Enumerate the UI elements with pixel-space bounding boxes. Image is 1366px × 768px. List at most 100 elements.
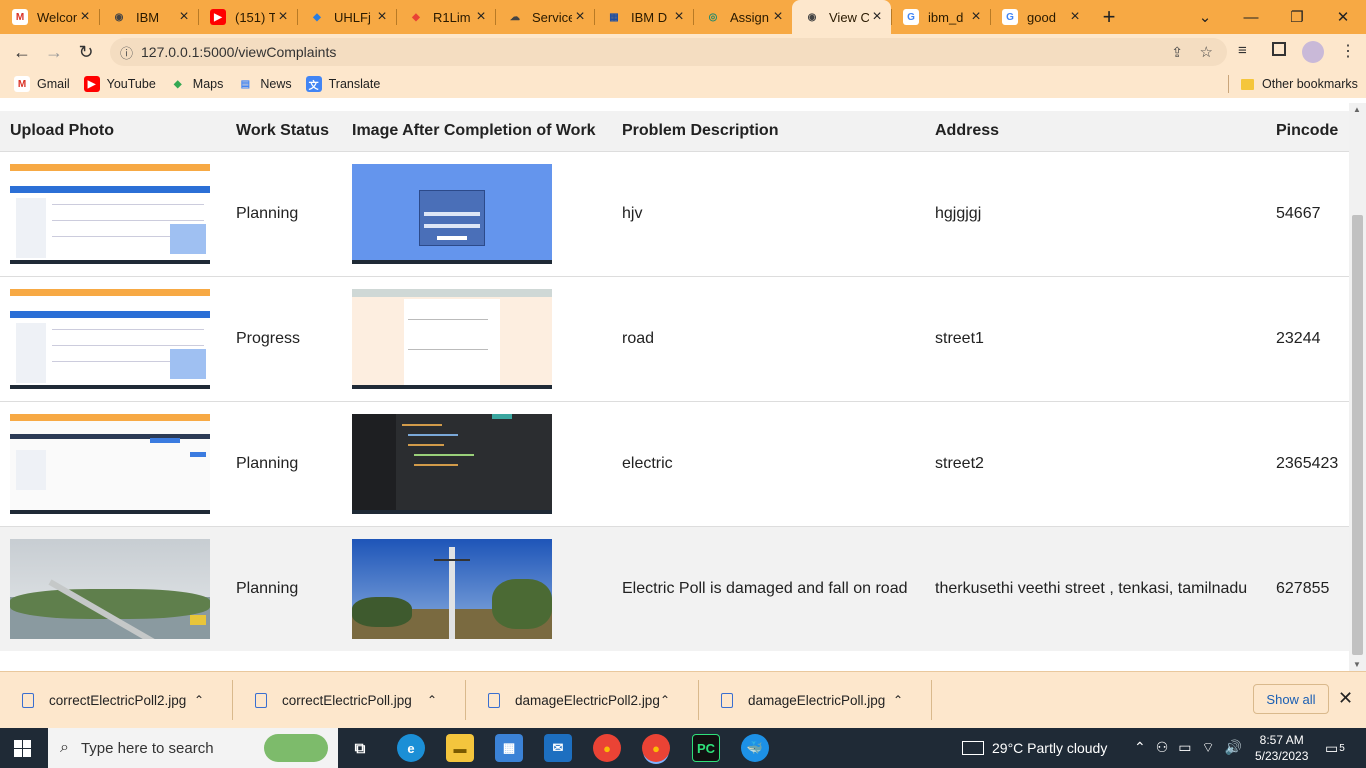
- tab-close-icon[interactable]: ×: [770, 8, 786, 26]
- description-cell: electric: [612, 400, 925, 526]
- tab-3[interactable]: ◆ UHLFj ×: [297, 0, 396, 34]
- profile-avatar[interactable]: [1302, 41, 1324, 63]
- minimize-button[interactable]: —: [1228, 0, 1274, 34]
- tab-4[interactable]: ◆ R1Lim ×: [396, 0, 495, 34]
- tab-close-icon[interactable]: ×: [968, 8, 984, 26]
- tab-close-icon[interactable]: ×: [275, 8, 291, 26]
- file-explorer-icon[interactable]: ▬: [446, 734, 474, 762]
- side-panel-icon[interactable]: [1272, 42, 1286, 56]
- weather-widget[interactable]: 29°C Partly cloudy: [962, 728, 1107, 768]
- maximize-button[interactable]: ❐: [1274, 0, 1320, 34]
- tab-close-icon[interactable]: ×: [176, 8, 192, 26]
- complaints-table: Upload Photo Work Status Image After Com…: [0, 111, 1349, 651]
- new-tab-button[interactable]: +: [1089, 4, 1129, 30]
- share-icon[interactable]: ⇪: [1171, 44, 1183, 61]
- work-status-cell: Planning: [226, 525, 342, 651]
- table-row: Planning electric street2 2365423: [0, 400, 1349, 526]
- download-item[interactable]: damageElectricPoll2.jpg ⌃: [466, 680, 699, 720]
- media-control-icon[interactable]: ≡: [1238, 42, 1247, 59]
- edge-icon[interactable]: e: [397, 734, 425, 762]
- tab-close-icon[interactable]: ×: [572, 8, 588, 26]
- chrome-icon[interactable]: ●: [593, 734, 621, 762]
- upload-photo-cell: [0, 400, 226, 526]
- tab-close-icon[interactable]: ×: [77, 8, 93, 26]
- tab-close-icon[interactable]: ×: [1067, 8, 1083, 26]
- table-row: Progress road street1 23244: [0, 275, 1349, 401]
- system-tray-icons[interactable]: ⌃⚇▭⌔🔊: [1134, 728, 1252, 768]
- header-image-after: Image After Completion of Work: [352, 121, 596, 139]
- tab-search-icon[interactable]: ⌄: [1182, 0, 1228, 34]
- header-address: Address: [935, 121, 1000, 139]
- other-bookmarks[interactable]: Other bookmarks: [1241, 70, 1358, 98]
- tab-title: Assign: [730, 9, 770, 25]
- clock[interactable]: 8:57 AM 5/23/2023: [1255, 728, 1308, 768]
- tab-favicon-icon: ☁: [510, 11, 520, 23]
- scroll-up-arrow-icon[interactable]: ▲: [1353, 105, 1361, 114]
- chevron-up-icon[interactable]: ⌃: [194, 693, 214, 707]
- tab-1[interactable]: ◉ IBM ×: [99, 0, 198, 34]
- download-item[interactable]: correctElectricPoll.jpg ⌃: [233, 680, 466, 720]
- completion-photo: [352, 413, 552, 514]
- browser-menu-icon[interactable]: ⋮: [1340, 41, 1356, 61]
- download-item[interactable]: correctElectricPoll2.jpg ⌃: [0, 680, 233, 720]
- chevron-up-icon[interactable]: ⌃: [893, 693, 913, 707]
- close-window-button[interactable]: ✕: [1320, 0, 1366, 34]
- site-info-icon[interactable]: ⓘ: [120, 43, 133, 62]
- back-arrow-icon[interactable]: ←: [6, 36, 38, 68]
- tab-5[interactable]: ☁ Service ×: [495, 0, 594, 34]
- bookmark-gmail[interactable]: M Gmail: [14, 76, 70, 92]
- address-bar[interactable]: ⓘ 127.0.0.1:5000/viewComplaints ⇪ ☆: [110, 38, 1227, 66]
- chevron-up-icon[interactable]: ⌃: [427, 693, 447, 707]
- docker-icon[interactable]: 🐳: [741, 734, 769, 762]
- pycharm-icon[interactable]: PC: [692, 734, 720, 762]
- scrollbar-thumb[interactable]: [1352, 215, 1363, 655]
- tab-close-icon[interactable]: ×: [671, 8, 687, 26]
- tab-10[interactable]: G good ×: [990, 0, 1089, 34]
- downloads-bar: correctElectricPoll2.jpg ⌃ correctElectr…: [0, 671, 1366, 728]
- turtle-search-decoration-icon: [264, 734, 328, 762]
- tab-6[interactable]: ▦ IBM D ×: [594, 0, 693, 34]
- tab-favicon-icon: ▦: [609, 11, 619, 23]
- bookmark-news[interactable]: ▤ News: [237, 76, 292, 92]
- tab-2[interactable]: ▶ (151) T ×: [198, 0, 297, 34]
- bookmark-gmail-icon: M: [14, 76, 30, 92]
- download-filename: correctElectricPoll2.jpg: [49, 692, 187, 708]
- tab-9[interactable]: G ibm_d ×: [891, 0, 990, 34]
- microsoft-store-icon[interactable]: ▦: [495, 734, 523, 762]
- bookmark-translate-icon: 文: [305, 76, 322, 92]
- download-item[interactable]: damageElectricPoll.jpg ⌃: [699, 680, 932, 720]
- forward-arrow-icon[interactable]: →: [38, 36, 70, 68]
- tab-7[interactable]: ◎ Assign ×: [693, 0, 792, 34]
- completion-photo: [352, 288, 552, 389]
- bookmark-star-icon[interactable]: ☆: [1200, 43, 1213, 61]
- chevron-up-icon[interactable]: ⌃: [660, 693, 680, 707]
- address-cell: therkusethi veethi street , tenkasi, tam…: [925, 525, 1266, 651]
- tab-close-icon[interactable]: ×: [374, 8, 390, 26]
- table-header-row: Upload Photo Work Status Image After Com…: [0, 111, 1349, 151]
- tab-close-icon[interactable]: ×: [869, 8, 885, 26]
- tab-title: IBM D: [631, 9, 668, 25]
- pincode-cell: 2365423: [1266, 400, 1349, 526]
- notifications-icon[interactable]: ▭ 5: [1325, 728, 1345, 768]
- reload-icon[interactable]: ↻: [70, 36, 102, 68]
- task-view-icon[interactable]: ⧉: [346, 734, 374, 762]
- windows-start-icon[interactable]: [14, 740, 31, 757]
- page-scrollbar[interactable]: ▲ ▼: [1349, 103, 1366, 671]
- tab-favicon-icon: ◉: [114, 11, 124, 23]
- chrome-active-icon[interactable]: ●: [642, 734, 670, 762]
- tab-close-icon[interactable]: ×: [473, 8, 489, 26]
- uploaded-photo: [10, 538, 210, 639]
- scroll-down-arrow-icon[interactable]: ▼: [1353, 660, 1361, 669]
- tab-8[interactable]: ◉ View C ×: [792, 0, 891, 34]
- bookmark-translate[interactable]: 文 Translate: [305, 76, 380, 92]
- image-file-icon: [721, 692, 733, 708]
- close-downloads-icon[interactable]: ✕: [1338, 688, 1353, 709]
- bookmark-maps[interactable]: ◆ Maps: [170, 76, 223, 92]
- taskbar-search-box[interactable]: ⌕ Type here to search: [48, 728, 338, 768]
- description-cell: Electric Poll is damaged and fall on roa…: [612, 525, 925, 651]
- mail-icon[interactable]: ✉: [544, 734, 572, 762]
- bookmark-youtube[interactable]: ▶ YouTube: [83, 76, 156, 92]
- show-all-button[interactable]: Show all: [1253, 684, 1329, 714]
- tab-0[interactable]: M Welcome ×: [0, 0, 99, 34]
- folder-icon: [1241, 78, 1254, 90]
